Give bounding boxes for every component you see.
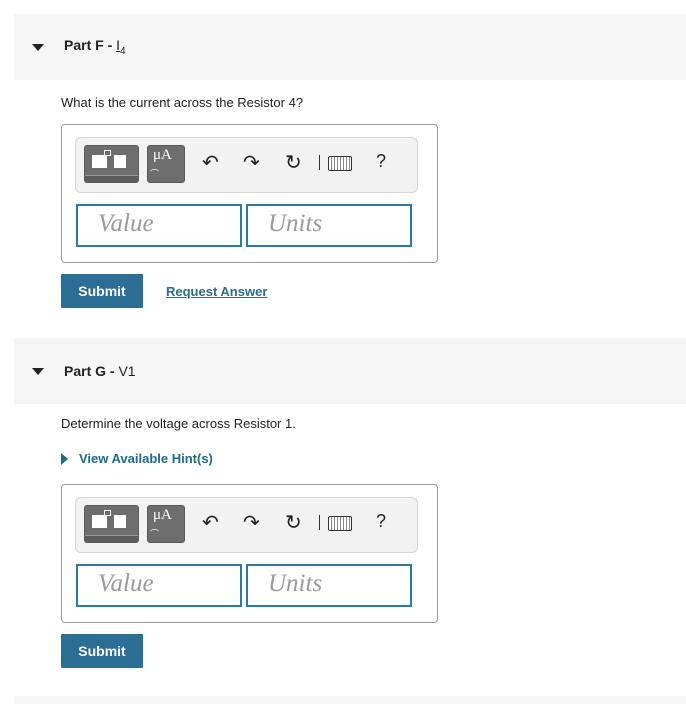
templates-icon[interactable]: [84, 505, 139, 543]
part-g-header[interactable]: Part G - V1: [14, 338, 686, 404]
hint-label[interactable]: View Available Hint(s): [79, 451, 213, 466]
help-icon[interactable]: ?: [376, 151, 386, 172]
part-f-answer-box: μA ⌒ ↶ ↷ ↻ ? Value Units: [61, 124, 438, 263]
request-answer-link[interactable]: Request Answer: [166, 284, 267, 299]
submit-button[interactable]: Submit: [61, 634, 143, 668]
submit-button[interactable]: Submit: [61, 274, 143, 308]
units-input[interactable]: Units: [246, 204, 412, 247]
view-hints-link[interactable]: View Available Hint(s): [61, 451, 213, 466]
redo-icon[interactable]: ↷: [243, 150, 260, 175]
help-icon[interactable]: ?: [376, 511, 386, 532]
part-g-title: Part G - V1: [64, 363, 136, 379]
math-toolbar: μA ⌒ ↶ ↷ ↻ ?: [75, 497, 418, 553]
units-icon[interactable]: μA ⌒: [147, 505, 185, 543]
next-part-header: [14, 696, 686, 704]
math-toolbar: μA ⌒ ↶ ↷ ↻ ?: [75, 137, 418, 193]
part-f-question: What is the current across the Resistor …: [61, 95, 304, 110]
undo-icon[interactable]: ↶: [202, 510, 219, 535]
undo-icon[interactable]: ↶: [202, 150, 219, 175]
keyboard-icon[interactable]: [328, 516, 352, 531]
toolbar-separator: [319, 515, 320, 530]
collapse-caret-icon[interactable]: [32, 43, 44, 51]
value-input[interactable]: Value: [76, 204, 242, 247]
toolbar-separator: [319, 155, 320, 170]
part-g-question: Determine the voltage across Resistor 1.: [61, 416, 296, 431]
templates-icon[interactable]: [84, 145, 139, 183]
expand-triangle-icon: [61, 452, 68, 465]
part-g-answer-box: μA ⌒ ↶ ↷ ↻ ? Value Units: [61, 484, 438, 623]
redo-icon[interactable]: ↷: [243, 510, 260, 535]
part-f-header[interactable]: Part F - I4: [14, 14, 686, 80]
keyboard-icon[interactable]: [328, 156, 352, 171]
part-f-title: Part F - I4: [64, 37, 126, 57]
reset-icon[interactable]: ↻: [285, 510, 302, 535]
units-icon[interactable]: μA ⌒: [147, 145, 185, 183]
units-input[interactable]: Units: [246, 564, 412, 607]
collapse-caret-icon[interactable]: [32, 367, 44, 375]
value-input[interactable]: Value: [76, 564, 242, 607]
reset-icon[interactable]: ↻: [285, 150, 302, 175]
